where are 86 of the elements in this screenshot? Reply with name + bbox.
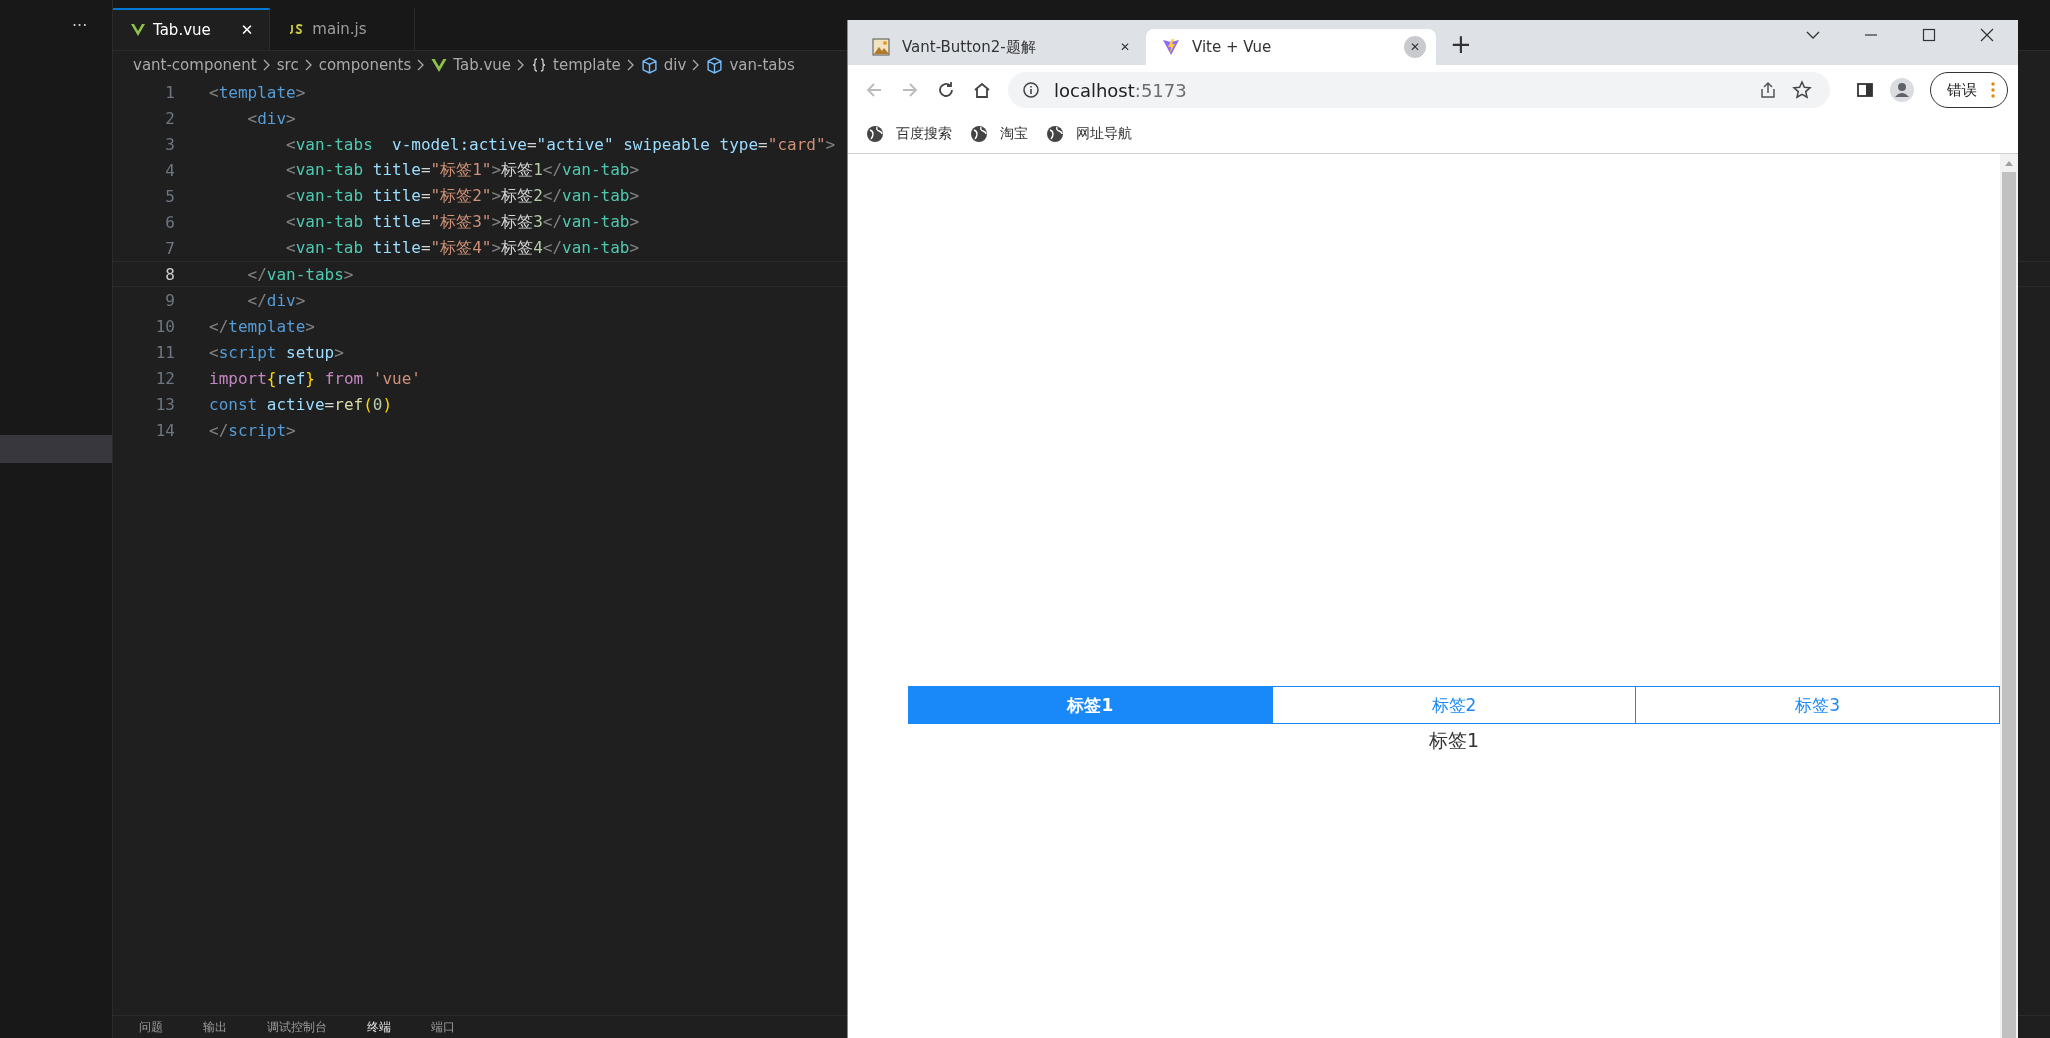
menu-icon[interactable] (1991, 82, 1995, 98)
code-line: const active=ref(0) (209, 394, 393, 414)
js-icon (288, 24, 305, 34)
line-number: 5 (164, 186, 176, 206)
bookmark-link[interactable]: 淘宝 (1000, 125, 1028, 143)
line-number: 1 (164, 82, 176, 102)
lightning-icon (1162, 38, 1180, 56)
cube-icon (640, 56, 658, 74)
code-line: <van-tab title="标签1">标签1</van-tab> (285, 159, 640, 181)
panel-tab[interactable]: 输出 (203, 1020, 227, 1034)
browser-tab[interactable]: Vant-Button2-题解 ✕ (856, 29, 1146, 65)
vue-icon (431, 58, 448, 72)
code-line: <van-tab title="标签3">标签3</van-tab> (285, 211, 640, 233)
line-number: 14 (154, 420, 176, 440)
star-icon[interactable] (1792, 80, 1812, 100)
info-icon (1022, 81, 1040, 99)
globe-icon (970, 125, 988, 143)
line-number: 4 (164, 160, 176, 180)
code-line: </template> (209, 316, 315, 336)
code-line: </div> (246, 290, 306, 310)
chevron-right-icon (304, 59, 313, 71)
code-line: </van-tabs> (246, 264, 354, 284)
browser-tab[interactable]: Vite + Vue ✕ (1146, 29, 1436, 65)
line-number: 10 (154, 316, 176, 336)
braces-icon (531, 57, 548, 73)
panel-tab[interactable]: 调试控制台 (267, 1020, 327, 1034)
home-icon[interactable] (972, 80, 992, 100)
chevron-down-icon[interactable] (1806, 29, 1820, 40)
code-line: <van-tab title="标签4">标签4</van-tab> (285, 237, 640, 259)
vue-icon (131, 24, 145, 36)
reload-icon[interactable] (936, 80, 956, 100)
error-button[interactable]: 错误 (1930, 72, 2008, 108)
code-line: <van-tabs v-model:active="active" swipeable type="card"> (285, 134, 836, 154)
share-icon[interactable] (1758, 80, 1778, 100)
editor-tab[interactable]: main.js (270, 8, 416, 50)
panel-tab[interactable]: 终端 (367, 1020, 391, 1034)
editor-tab[interactable]: Tab.vue ✕ (113, 8, 271, 50)
breadcrumb-item[interactable]: src (276, 56, 299, 74)
line-number: 8 (164, 264, 176, 284)
scrollbar[interactable] (2000, 154, 2018, 1038)
bookmark-link[interactable]: 网址导航 (1076, 125, 1132, 143)
line-number: 6 (164, 212, 176, 232)
close-icon[interactable] (1980, 27, 1994, 42)
breadcrumb-item[interactable]: vant-component (133, 56, 257, 74)
code-line: import{ref} from 'vue' (209, 368, 421, 388)
code-line: </script> (209, 420, 296, 440)
breadcrumb-item[interactable]: template (553, 56, 621, 74)
tab[interactable]: 标签2 (1271, 687, 1636, 723)
breadcrumb-item[interactable]: Tab.vue (453, 56, 512, 74)
more-actions-button[interactable]: ··· (72, 16, 88, 35)
breadcrumb-item[interactable]: div (663, 56, 687, 74)
chevron-right-icon (692, 59, 701, 71)
side-panel-icon[interactable] (1856, 81, 1874, 99)
code-line: <script setup> (209, 342, 344, 362)
breadcrumb-item[interactable]: van-tabs (729, 56, 795, 74)
close-icon[interactable]: ✕ (1404, 36, 1426, 58)
chevron-right-icon (417, 59, 426, 71)
line-number: 13 (154, 394, 176, 414)
tab-content: 标签1 (1428, 728, 1480, 753)
code-line: <van-tab title="标签2">标签2</van-tab> (285, 185, 640, 207)
line-number: 7 (164, 238, 176, 258)
line-number: 2 (164, 108, 176, 128)
maximize-icon[interactable] (1922, 27, 1936, 42)
globe-icon (866, 125, 884, 143)
chevron-right-icon (517, 59, 526, 71)
cube-icon (706, 56, 724, 74)
chevron-right-icon (626, 59, 635, 71)
line-number: 3 (164, 134, 176, 154)
line-number: 12 (154, 368, 176, 388)
line-number: 9 (164, 290, 176, 310)
line-number: 11 (154, 342, 176, 362)
panel-tab[interactable]: 问题 (139, 1020, 163, 1034)
code-line: <template> (209, 82, 306, 102)
avatar-icon[interactable] (1890, 78, 1914, 102)
bookmark-link[interactable]: 百度搜索 (896, 125, 952, 143)
address-bar[interactable]: localhost:5173 (1008, 72, 1830, 108)
tab[interactable]: 标签3 (1635, 687, 1999, 723)
breadcrumb-item[interactable]: components (318, 56, 412, 74)
tab[interactable]: 标签1 (909, 687, 1272, 723)
globe-icon (1046, 125, 1064, 143)
panel-tab[interactable]: 端口 (431, 1020, 455, 1034)
close-icon[interactable]: ✕ (1114, 36, 1136, 58)
chevron-right-icon (262, 59, 271, 71)
new-tab-button[interactable]: + (1450, 29, 1472, 59)
code-line: <div> (246, 108, 296, 128)
close-icon[interactable]: ✕ (240, 21, 254, 39)
